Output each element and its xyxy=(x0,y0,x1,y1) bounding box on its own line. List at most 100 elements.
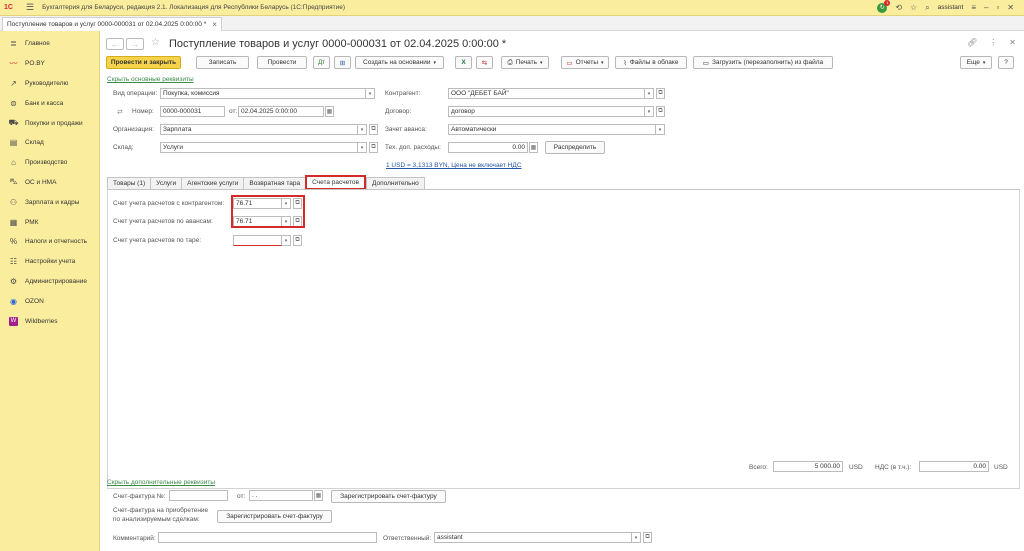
advance-offset-label: Зачет аванса: xyxy=(385,126,427,133)
number-field[interactable]: 0000-000031 xyxy=(160,106,225,117)
organization-open-icon[interactable]: ⧉ xyxy=(369,124,378,135)
sidebar-item-payroll[interactable]: ⚇ Зарплата и кадры xyxy=(0,192,99,212)
forward-arrow-icon[interactable]: → xyxy=(126,38,144,50)
link-icon[interactable]: 🔗︎ xyxy=(967,38,977,47)
settings-menu-icon[interactable]: ≡ xyxy=(971,3,976,12)
operation-type-dropdown[interactable]: ▾ xyxy=(366,88,375,99)
operation-type-field[interactable]: Покупка, комиссия xyxy=(160,88,366,99)
calculator-icon[interactable]: ▦ xyxy=(529,142,538,153)
warehouse-label: Склад: xyxy=(113,144,134,151)
counterparty-open-icon[interactable]: ⧉ xyxy=(656,88,665,99)
help-button[interactable]: ? xyxy=(998,56,1014,69)
save-button[interactable]: Записать xyxy=(196,56,249,69)
hide-main-details-link[interactable]: Скрыть основные реквизиты xyxy=(107,76,194,83)
sidebar-item-ozon[interactable]: ◉ OZON xyxy=(0,291,99,311)
create-based-on-button[interactable]: Создать на основании ▾ xyxy=(355,56,444,69)
comment-field[interactable] xyxy=(158,532,377,543)
close-tab-icon[interactable]: × xyxy=(212,20,217,29)
settings-list-icon: ☷ xyxy=(9,257,18,267)
load-from-file-button[interactable]: ▭ Загрузить (перезаполнить) из файла xyxy=(693,56,833,69)
open-doc-tab[interactable]: Поступление товаров и услуг 0000-000031 … xyxy=(2,17,222,31)
search-icon[interactable]: ⌕ xyxy=(925,3,929,13)
invoice-calendar-icon[interactable]: ▦ xyxy=(314,490,323,501)
register-analyzed-invoice-button[interactable]: Зарегистрировать счет-фактуру xyxy=(217,510,332,523)
reports-button[interactable]: ▭ Отчеты ▾ xyxy=(561,56,609,69)
invoice-number-field[interactable] xyxy=(169,490,228,501)
favorites-icon[interactable]: ☆ xyxy=(910,3,917,12)
invoice-date-field[interactable]: . . xyxy=(249,490,313,501)
tare-account-dropdown[interactable]: ▾ xyxy=(282,235,291,246)
tare-account-open-icon[interactable]: ⧉ xyxy=(293,235,302,246)
edi-button[interactable]: ⇆ xyxy=(476,56,493,69)
counterparty-dropdown[interactable]: ▾ xyxy=(645,88,654,99)
date-label: от: xyxy=(229,108,238,115)
main-menu-icon[interactable]: ☰ xyxy=(26,2,34,13)
back-arrow-icon[interactable]: ← xyxy=(106,38,124,50)
warehouse-open-icon[interactable]: ⧉ xyxy=(369,142,378,153)
sidebar-item-bank[interactable]: ⊜ Банк и касса xyxy=(0,93,99,113)
warehouse-field[interactable]: Услуги xyxy=(160,142,358,153)
register-invoice-button[interactable]: Зарегистрировать счет-фактуру xyxy=(331,490,446,503)
gear-icon: ⚙ xyxy=(9,276,18,286)
post-button[interactable]: Провести xyxy=(257,56,307,69)
history-icon[interactable]: ⟲ xyxy=(895,3,902,12)
post-and-close-button[interactable]: Провести и закрыть xyxy=(106,56,181,69)
tare-account-field[interactable] xyxy=(233,235,282,246)
structure-button[interactable]: ⊞ xyxy=(334,56,351,69)
organization-field[interactable]: Зарплата xyxy=(160,124,358,135)
contract-open-icon[interactable]: ⧉ xyxy=(656,106,665,117)
excel-button[interactable]: X xyxy=(455,56,472,69)
sidebar-item-wildberries[interactable]: W Wildberries xyxy=(0,311,99,331)
sidebar-item-purchases-sales[interactable]: ⛟ Покупки и продажи xyxy=(0,113,99,133)
more-vertical-icon[interactable]: ⋮ xyxy=(989,38,997,47)
debit-credit-button[interactable]: Дт xyxy=(313,56,330,69)
sidebar-item-manager[interactable]: ↗ Руководителю xyxy=(0,74,99,94)
close-form-icon[interactable]: ✕ xyxy=(1009,38,1016,47)
advance-offset-field[interactable]: Автоматически xyxy=(448,124,656,135)
contract-label: Договор: xyxy=(385,108,412,115)
counterparty-field[interactable]: ООО "ДЕБЕТ БАЙ" xyxy=(448,88,645,99)
sidebar-item-poby[interactable]: 〰 PO.BY xyxy=(0,54,99,74)
highlight-frame xyxy=(231,195,305,228)
report-icon: ▭ xyxy=(566,59,573,67)
sidebar-item-taxes[interactable]: % Налоги и отчетность xyxy=(0,232,99,252)
cloud-files-button[interactable]: ⌇ Файлы в облаке xyxy=(615,56,687,69)
sidebar-item-production[interactable]: ⌂ Производство xyxy=(0,153,99,173)
print-button[interactable]: ⎙ Печать ▾ xyxy=(501,56,549,69)
hide-extra-details-link[interactable]: Скрыть дополнительные реквизиты xyxy=(107,479,215,486)
sidebar-item-warehouse[interactable]: ▤ Склад xyxy=(0,133,99,153)
factory-icon: ⌂ xyxy=(11,158,16,168)
minimize-icon[interactable]: – xyxy=(984,3,988,12)
current-user[interactable]: assistant xyxy=(938,4,964,11)
close-window-icon[interactable]: ✕ xyxy=(1007,3,1014,12)
advance-offset-dropdown[interactable]: ▾ xyxy=(656,124,665,135)
truck-icon: ⛍ xyxy=(9,177,18,187)
extra-costs-field[interactable]: 0.00 xyxy=(448,142,528,153)
sidebar-item-accounting-settings[interactable]: ☷ Настройки учета xyxy=(0,252,99,272)
more-button[interactable]: Еще ▾ xyxy=(960,56,992,69)
ozon-icon: ◉ xyxy=(10,296,17,306)
sidebar-item-rmk[interactable]: ▦ РМК xyxy=(0,212,99,232)
responsible-field[interactable]: assistant xyxy=(434,532,632,543)
responsible-open-icon[interactable]: ⧉ xyxy=(643,532,652,543)
calendar-icon[interactable]: ▦ xyxy=(325,106,334,117)
date-field[interactable]: 02.04.2025 0:00:00 xyxy=(238,106,324,117)
distribute-button[interactable]: Распределить xyxy=(545,141,605,154)
contract-field[interactable]: договор xyxy=(448,106,645,117)
contract-dropdown[interactable]: ▾ xyxy=(645,106,654,117)
sidebar-item-fixed-assets[interactable]: ⛍ ОС и НМА xyxy=(0,173,99,193)
notifications-icon[interactable]: ↻ 1 xyxy=(877,0,891,13)
currency-rate-link[interactable]: 1 USD = 3,1313 BYN, Цена не включает НДС xyxy=(386,162,522,169)
sidebar-item-administration[interactable]: ⚙ Администрирование xyxy=(0,272,99,292)
warehouse-dropdown[interactable]: ▾ xyxy=(358,142,367,153)
restore-icon[interactable]: ▫ xyxy=(996,3,999,12)
sidebar-item-main[interactable]: ≣ Главное xyxy=(0,34,99,54)
document-form: ← → ☆ Поступление товаров и услуг 0000-0… xyxy=(101,31,1024,551)
favorite-star-icon[interactable]: ☆ xyxy=(151,37,160,48)
chevron-down-icon: ▾ xyxy=(601,59,604,66)
tab-settlement-accounts[interactable]: Счета расчетов xyxy=(305,175,366,190)
structure-icon: ⊞ xyxy=(339,59,346,67)
responsible-dropdown[interactable]: ▾ xyxy=(632,532,641,543)
contractor-account-label: Счет учета расчетов с контрагентом: xyxy=(113,200,225,207)
organization-dropdown[interactable]: ▾ xyxy=(358,124,367,135)
